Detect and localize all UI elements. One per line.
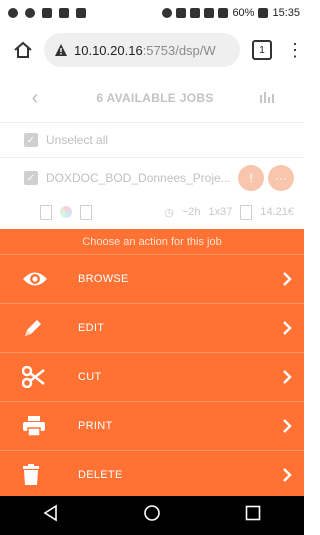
image-icon: [59, 8, 69, 18]
vibrate-icon: [190, 8, 201, 18]
chevron-right-icon: [276, 271, 298, 287]
action-cut-label: CUT: [78, 371, 102, 383]
scissors-icon: [22, 366, 62, 388]
clock-icon: ◷: [164, 206, 174, 219]
action-edit[interactable]: EDIT: [0, 303, 304, 352]
android-nav-bar: [0, 496, 304, 535]
url-host: 10.10.20.16: [74, 42, 143, 58]
recents-square-icon: [246, 505, 261, 521]
action-delete[interactable]: DELETE: [0, 450, 304, 499]
url-field[interactable]: 10.10.20.16:5753/dsp/W: [44, 33, 240, 67]
document-icon: [40, 204, 52, 220]
tab-switcher-button[interactable]: 1: [252, 40, 272, 60]
clock: 15:35: [272, 7, 300, 19]
layout-icon: [80, 204, 92, 220]
action-print[interactable]: PRINT: [0, 401, 304, 450]
action-cut[interactable]: CUT: [0, 352, 304, 401]
nav-home-button[interactable]: [143, 504, 161, 527]
job-price: 14.21€: [260, 206, 294, 218]
unselect-all-label: Unselect all: [46, 133, 109, 147]
action-delete-label: DELETE: [78, 469, 123, 481]
android-icon: [76, 8, 86, 18]
pencil-icon: [22, 317, 62, 339]
job-name: DOXDOC_BOD_Donnees_Proje...: [46, 171, 231, 185]
chevron-right-icon: [276, 320, 298, 336]
battery-icon: [258, 8, 269, 18]
home-button[interactable]: [12, 39, 34, 61]
notification-icon: [8, 8, 18, 18]
job-copies: 1x37: [208, 206, 233, 218]
trash-icon: [22, 464, 62, 486]
warning-badge-icon[interactable]: !: [238, 165, 264, 191]
printer-icon: [22, 415, 62, 437]
page-title: 6 AVAILABLE JOBS: [96, 91, 214, 105]
browser-toolbar: 10.10.20.16:5753/dsp/W 1 ⋮: [0, 26, 304, 74]
action-browse[interactable]: BROWSE: [0, 254, 304, 303]
action-edit-label: EDIT: [78, 322, 105, 334]
job-meta: ◷ ~2h 1x37 14.21€: [0, 198, 304, 226]
action-sheet: Choose an action for this job BROWSE EDI…: [0, 229, 304, 496]
more-badge-icon[interactable]: ···: [268, 165, 294, 191]
app-header: ‹ 6 AVAILABLE JOBS: [0, 74, 304, 122]
signal-icon: [218, 8, 229, 18]
eye-icon: [22, 270, 62, 288]
nav-back-button[interactable]: [42, 504, 60, 527]
stats-icon[interactable]: [260, 90, 290, 106]
usb-icon: [42, 8, 52, 18]
location-icon: [25, 8, 35, 18]
checkbox-icon[interactable]: ✓: [24, 133, 38, 147]
checkbox-icon[interactable]: ✓: [24, 171, 38, 185]
status-bar: 60% 15:35: [0, 0, 304, 26]
job-badges: ! ···: [238, 165, 294, 191]
status-left-icons: [0, 8, 86, 18]
url-path: :5753/dsp/W: [142, 42, 216, 58]
action-browse-label: BROWSE: [78, 273, 129, 285]
page-icon: [240, 204, 253, 220]
color-icon: [60, 206, 72, 218]
warning-icon: [55, 44, 67, 56]
chevron-right-icon: [276, 418, 298, 434]
back-triangle-icon: [43, 504, 57, 522]
status-right: 60% 15:35: [162, 7, 304, 19]
unselect-all-row[interactable]: ✓ Unselect all: [0, 122, 304, 157]
bluetooth-icon: [162, 8, 173, 18]
job-row[interactable]: ✓ DOXDOC_BOD_Donnees_Proje... ! ···: [0, 157, 304, 198]
home-circle-icon: [144, 505, 160, 521]
back-chevron-icon[interactable]: ‹: [20, 87, 50, 110]
battery-percent: 60%: [232, 7, 255, 19]
chevron-right-icon: [276, 369, 298, 385]
nav-recents-button[interactable]: [244, 504, 262, 527]
nfc-icon: [176, 8, 187, 18]
action-sheet-title: Choose an action for this job: [82, 235, 222, 248]
home-icon: [14, 41, 32, 58]
wifi-icon: [204, 8, 215, 18]
overflow-menu-button[interactable]: ⋮: [286, 41, 304, 59]
job-duration: ~2h: [181, 206, 201, 218]
action-print-label: PRINT: [78, 420, 113, 432]
bar-chart-icon: [260, 92, 274, 103]
chevron-right-icon: [276, 467, 298, 483]
